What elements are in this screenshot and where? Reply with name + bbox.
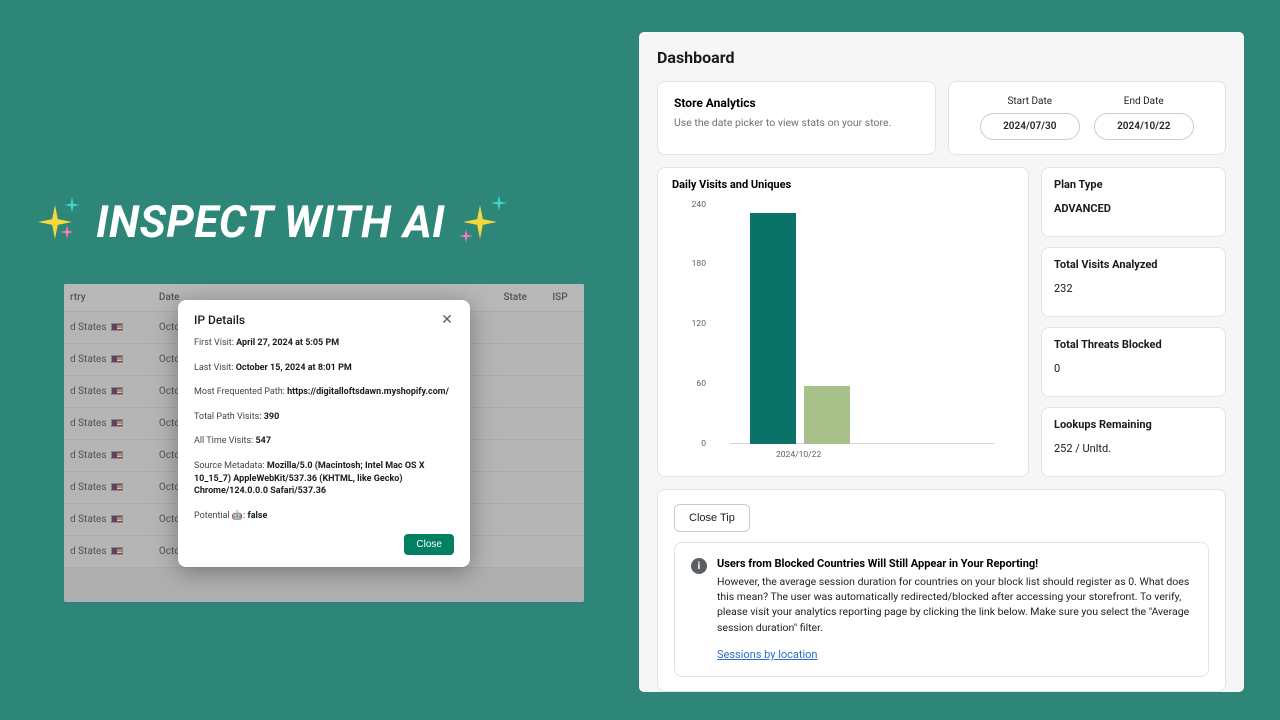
tip-title: Users from Blocked Countries Will Still … — [717, 557, 1192, 570]
promo-title: INSPECT WITH AI — [96, 196, 445, 248]
x-axis-label: 2024/10/22 — [730, 450, 994, 460]
lookups-remaining-card: Lookups Remaining 252 / Unltd. — [1041, 407, 1226, 477]
analytics-title: Store Analytics — [674, 96, 919, 110]
chart-title: Daily Visits and Uniques — [672, 178, 1014, 191]
sparkle-icon-right — [457, 195, 511, 249]
dashboard-panel: Dashboard Store Analytics Use the date p… — [639, 32, 1244, 692]
bar-uniques — [804, 386, 850, 444]
threats-blocked-card: Total Threats Blocked 0 — [1041, 327, 1226, 397]
tip-banner: i Users from Blocked Countries Will Stil… — [674, 542, 1209, 677]
close-button[interactable]: Close — [404, 534, 454, 555]
ip-details-modal: IP Details ✕ First Visit: April 27, 2024… — [178, 300, 470, 567]
page-title: Dashboard — [657, 48, 1226, 67]
total-visits-card: Total Visits Analyzed 232 — [1041, 247, 1226, 317]
sessions-by-location-link[interactable]: Sessions by location — [717, 648, 818, 661]
modal-title: IP Details — [194, 313, 245, 327]
plan-type-card: Plan Type ADVANCED — [1041, 167, 1226, 237]
close-icon[interactable]: ✕ — [440, 313, 454, 327]
close-tip-button[interactable]: Close Tip — [674, 504, 750, 532]
tip-text: However, the average session duration fo… — [717, 574, 1192, 635]
start-date-picker[interactable]: 2024/07/30 — [980, 113, 1080, 140]
end-date-label: End Date — [1124, 96, 1164, 107]
daily-visits-chart-card: Daily Visits and Uniques 240 180 120 60 … — [657, 167, 1029, 477]
bar-chart: 240 180 120 60 0 2024/10/22 — [672, 195, 1014, 470]
start-date-label: Start Date — [1007, 96, 1052, 107]
end-date-picker[interactable]: 2024/10/22 — [1094, 113, 1194, 140]
promo-banner: INSPECT WITH AI — [30, 195, 610, 249]
analytics-subtitle: Use the date picker to view stats on you… — [674, 116, 919, 131]
info-icon: i — [691, 558, 707, 574]
sparkle-icon-left — [30, 195, 84, 249]
bar-visits — [750, 213, 796, 444]
store-analytics-card: Store Analytics Use the date picker to v… — [657, 81, 936, 155]
date-range-card: Start Date 2024/07/30 End Date 2024/10/2… — [948, 81, 1227, 155]
